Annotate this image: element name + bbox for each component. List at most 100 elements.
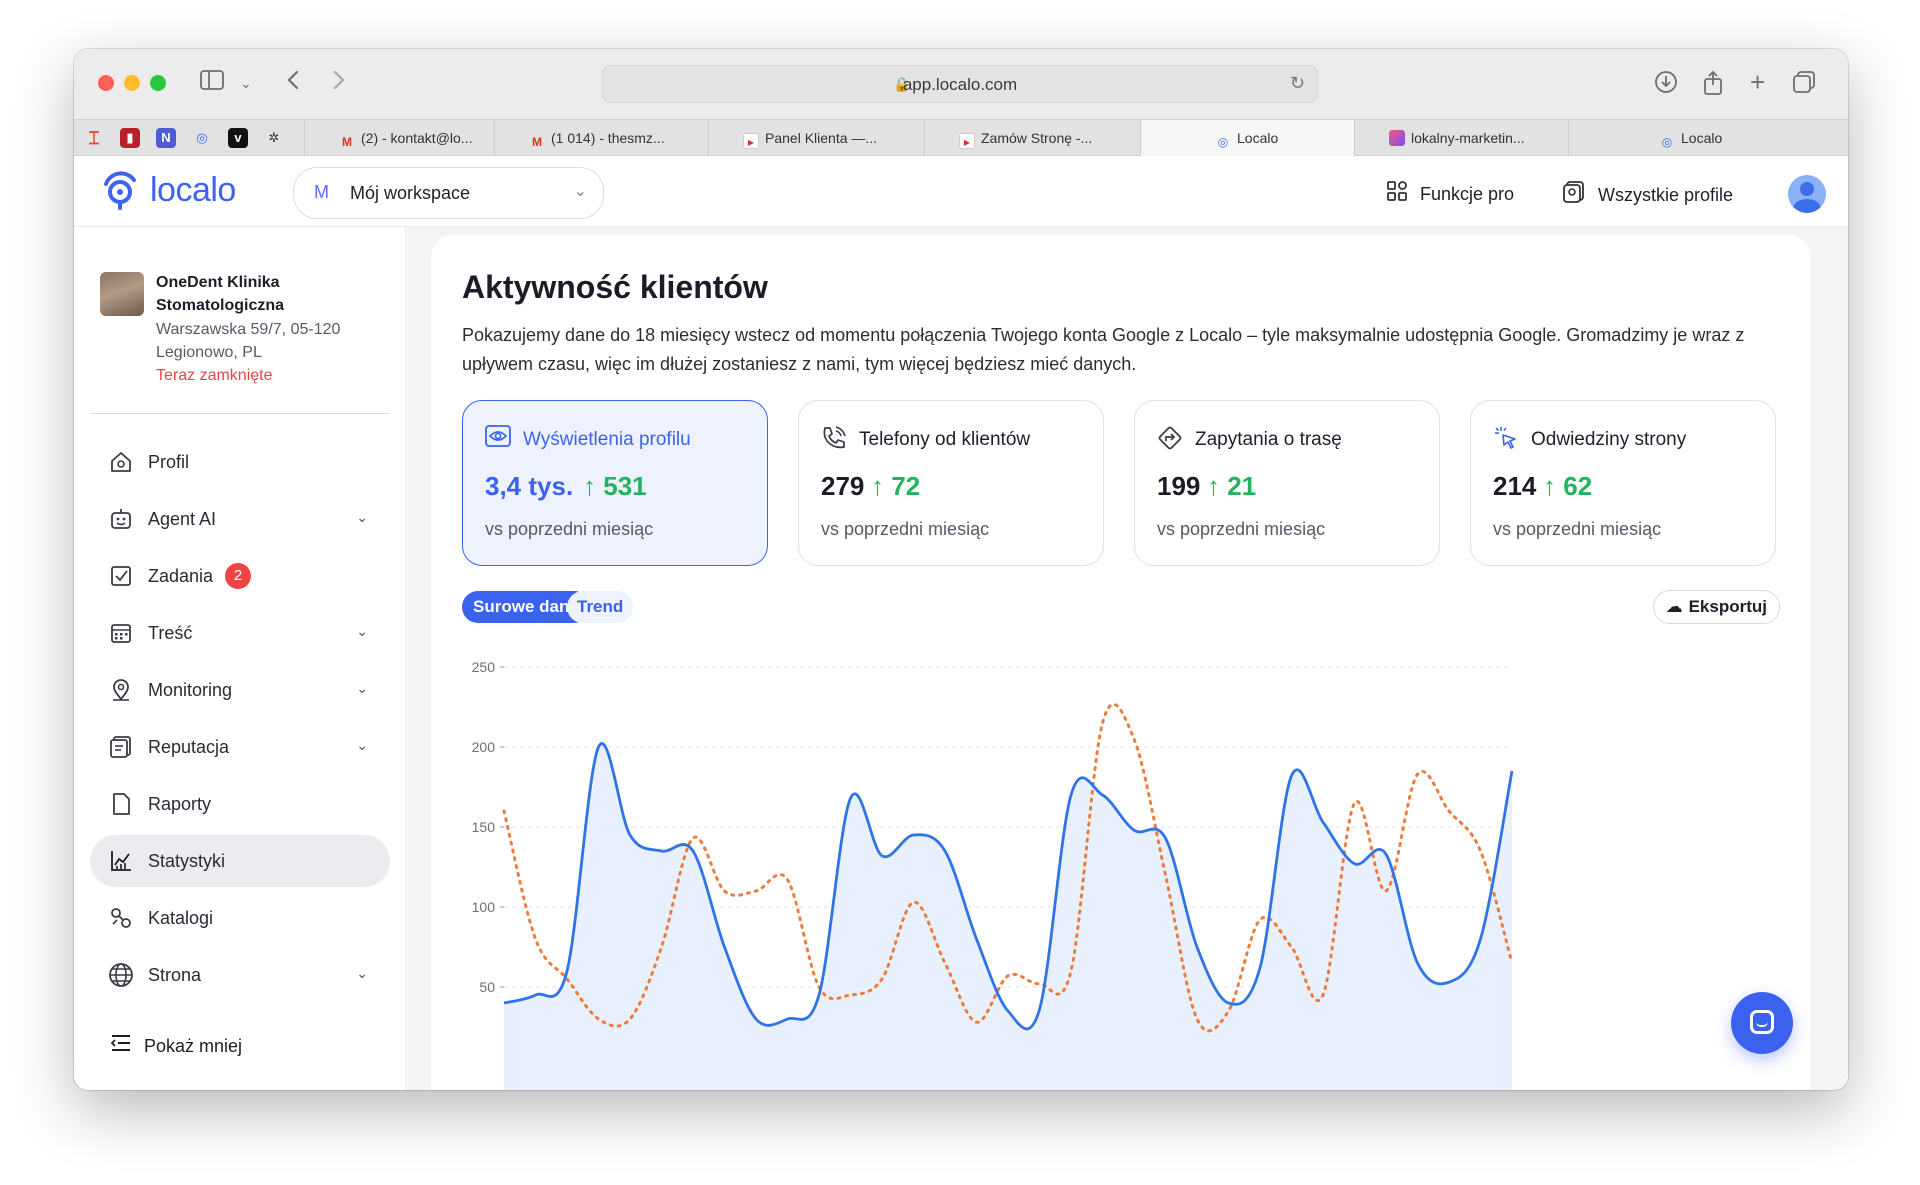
page-title: Aktywność klientów <box>462 269 768 305</box>
site-icon: ▸ <box>959 133 975 149</box>
chevron-down-icon: ⌄ <box>356 680 368 696</box>
trend-toggle[interactable]: Trend <box>567 591 634 623</box>
profiles-icon <box>1562 180 1586 210</box>
pinned-tab-icon[interactable]: v <box>228 128 248 148</box>
sidebar-item-katalogi[interactable]: Katalogi <box>90 892 390 944</box>
gmail-icon: M <box>532 135 542 149</box>
all-profiles-label: Wszystkie profile <box>1598 184 1734 205</box>
pinned-tab-icon[interactable]: ▮ <box>120 128 140 148</box>
arrow-up-icon: ↑ <box>871 471 892 501</box>
task-count-badge: 2 <box>225 563 252 589</box>
reload-icon[interactable]: ↻ <box>1290 73 1305 94</box>
tab-overview-icon[interactable] <box>1792 70 1816 101</box>
y-tick-label: 250 <box>472 659 496 675</box>
show-less-label: Pokaż mniej <box>144 1035 243 1056</box>
workspace-initial: M <box>314 182 329 202</box>
cloud-upload-icon: ☁ <box>1665 597 1683 616</box>
stat-comparison: vs poprzedni miesiąc <box>485 519 654 539</box>
stat-value: 279 <box>821 471 865 501</box>
business-name[interactable]: OneDent Klinika Stomatologiczna <box>156 271 376 317</box>
sidebar-item-statystyki[interactable]: Statystyki <box>90 835 390 887</box>
show-less-button[interactable]: Pokaż mniej <box>110 1033 242 1059</box>
browser-tab[interactable]: M (2) - kontakt@lo... <box>304 120 494 156</box>
sidebar-item-profil[interactable]: Profil <box>90 436 390 488</box>
chart-icon <box>108 848 134 874</box>
back-icon[interactable] <box>286 70 300 97</box>
chevron-down-icon: ⌄ <box>356 737 368 753</box>
localo-icon: ◎ <box>1661 135 1673 149</box>
workspace-selector[interactable]: M Mój workspace ⌄ <box>293 167 604 219</box>
minimize-window-button[interactable] <box>124 75 140 91</box>
sidebar-item-zadania[interactable]: Zadania 2 <box>90 550 390 602</box>
activity-card: Aktywność klientów Pokazujemy dane do 18… <box>431 235 1810 1090</box>
collapse-menu-icon <box>110 1033 132 1059</box>
sidebar-item-tresc[interactable]: Treść ⌄ <box>90 607 390 659</box>
stat-delta: ↑ 62 <box>1543 471 1593 501</box>
sidebar-item-reputacja[interactable]: Reputacja ⌄ <box>90 721 390 773</box>
location-pin-icon <box>108 677 134 703</box>
pinned-tab-icon[interactable]: ◎ <box>192 128 212 148</box>
phone-icon <box>821 425 847 457</box>
sidebar: OneDent Klinika Stomatologiczna Warszaws… <box>74 227 406 1090</box>
divider <box>90 413 390 414</box>
share-icon[interactable] <box>1702 70 1724 103</box>
activity-chart: 250 200 150 100 50 <box>472 659 1514 1090</box>
sidebar-toggle-icon[interactable] <box>200 70 224 97</box>
logo[interactable]: localo <box>98 168 236 212</box>
chevron-down-icon[interactable]: ⌄ <box>240 70 252 96</box>
pro-features-button[interactable]: Funkcje pro <box>1386 180 1514 208</box>
browser-tab[interactable]: ◎ Localo <box>1140 120 1354 156</box>
checkbox-icon <box>108 563 134 589</box>
browser-tab[interactable]: ▸ Panel Klienta —... <box>708 120 924 156</box>
robot-icon <box>108 506 134 532</box>
sidebar-item-raporty[interactable]: Raporty <box>90 778 390 830</box>
chat-button[interactable] <box>1731 992 1793 1054</box>
stat-card-directions[interactable]: Zapytania o trasę 199 ↑ 21 vs poprzedni … <box>1134 400 1440 566</box>
sidebar-item-label: Strona <box>148 964 202 985</box>
chevron-down-icon: ⌄ <box>573 183 587 200</box>
stat-card-profile-views[interactable]: Wyświetlenia profilu 3,4 tys. ↑ 531 vs p… <box>462 400 768 566</box>
localo-icon: ◎ <box>1217 135 1229 149</box>
download-icon[interactable] <box>1654 70 1678 101</box>
browser-tab[interactable]: ▸ Zamów Stronę -... <box>924 120 1140 156</box>
export-button[interactable]: ☁ Eksportuj <box>1652 590 1780 624</box>
profile-icon <box>108 449 134 475</box>
zoom-window-button[interactable] <box>150 75 166 91</box>
business-address: Warszawska 59/7, 05-120 Legionowo, PL <box>156 321 341 361</box>
pinned-tab-icon[interactable]: N <box>156 128 176 148</box>
pinned-tab-icon[interactable]: ✲ <box>264 128 284 148</box>
y-tick-label: 100 <box>472 899 496 915</box>
sidebar-item-label: Agent AI <box>148 508 217 529</box>
stat-card-website-visits[interactable]: Odwiedziny strony 214 ↑ 62 vs poprzedni … <box>1470 400 1776 566</box>
sidebar-item-label: Treść <box>148 622 193 643</box>
workspace-name: Mój workspace <box>350 183 471 203</box>
arrow-up-icon: ↑ <box>1543 471 1564 501</box>
main-content: Aktywność klientów Pokazujemy dane do 18… <box>407 227 1848 1090</box>
stat-card-calls[interactable]: Telefony od klientów 279 ↑ 72 vs poprzed… <box>798 400 1104 566</box>
address-bar[interactable]: 🔒 app.localo.com ↻ <box>602 65 1318 103</box>
sidebar-item-strona[interactable]: Strona ⌄ <box>90 949 390 1001</box>
browser-tab[interactable]: lokalny-marketin... <box>1354 120 1568 156</box>
localo-logo-icon <box>104 171 136 210</box>
close-window-button[interactable] <box>98 75 114 91</box>
new-tab-icon[interactable]: + <box>1750 69 1765 95</box>
all-profiles-button[interactable]: Wszystkie profile <box>1562 180 1733 210</box>
browser-tab[interactable]: M (1 014) - thesmz... <box>494 120 708 156</box>
stat-delta: ↑ 72 <box>871 471 921 501</box>
url-text: app.localo.com <box>902 75 1018 94</box>
stat-value: 3,4 tys. <box>485 471 574 501</box>
sidebar-item-label: Katalogi <box>148 907 214 928</box>
tab-bar: ⌶ ▮ N ◎ v ✲ M (2) - kontakt@lo... M (1 014… <box>74 119 1848 156</box>
sidebar-item-agent-ai[interactable]: Agent AI ⌄ <box>90 493 390 545</box>
business-photo <box>100 272 144 316</box>
pinned-tab-icon[interactable]: ⌶ <box>84 128 104 148</box>
sidebar-item-monitoring[interactable]: Monitoring ⌄ <box>90 664 390 716</box>
stat-title: Zapytania o trasę <box>1195 429 1342 450</box>
pro-features-label: Funkcje pro <box>1420 183 1515 204</box>
forward-icon[interactable] <box>332 70 346 97</box>
stat-value: 199 <box>1157 471 1201 501</box>
page-description: Pokazujemy dane do 18 miesięcy wstecz od… <box>462 325 1745 374</box>
avatar[interactable] <box>1788 175 1826 213</box>
arrow-up-icon: ↑ <box>1207 471 1228 501</box>
browser-tab[interactable]: ◎ Localo <box>1568 120 1848 156</box>
